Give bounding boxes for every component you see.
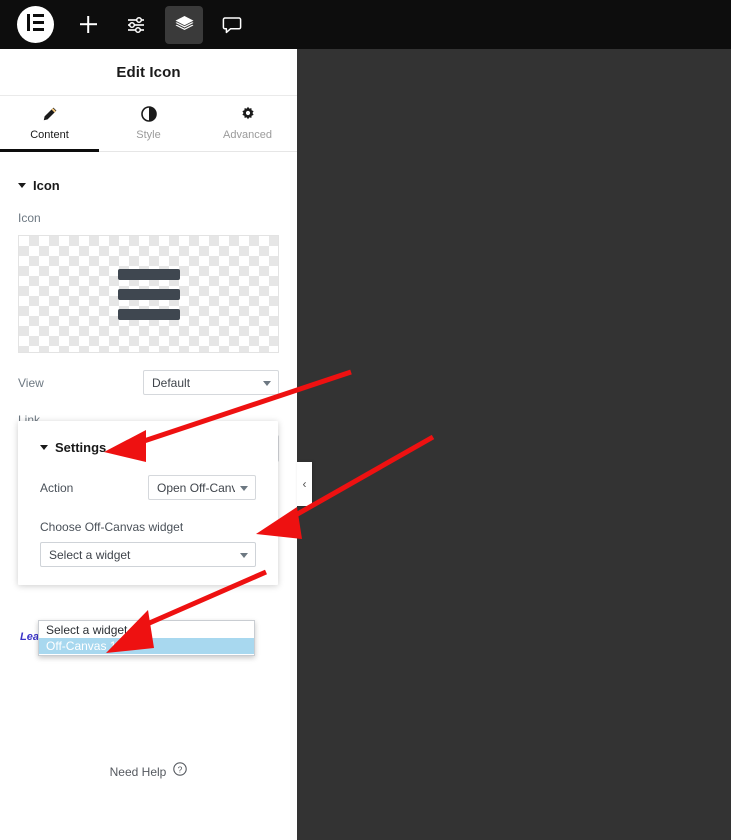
chevron-down-icon (18, 183, 26, 188)
structure-button[interactable] (165, 5, 203, 44)
tab-style-label: Style (136, 129, 161, 141)
dropdown-option-off-canvas-1[interactable]: Off-Canvas 1 (39, 638, 254, 654)
action-select[interactable]: Open Off-Canvas (148, 475, 256, 500)
plus-icon (79, 15, 98, 34)
add-element-button[interactable] (69, 6, 107, 44)
view-row: View Default (0, 370, 297, 395)
tab-content[interactable]: Content (0, 96, 99, 152)
hamburger-menu-icon (117, 268, 180, 320)
sliders-icon (126, 15, 146, 35)
tab-style[interactable]: Style (99, 96, 198, 151)
elementor-logo-icon (26, 13, 45, 37)
question-circle-icon: ? (173, 762, 188, 781)
pencil-icon (42, 106, 58, 122)
icon-field-label: Icon (18, 211, 41, 225)
link-settings-popover: Settings Action Open Off-Canvas Choose O… (18, 421, 278, 585)
settings-title: Settings (55, 440, 107, 455)
panel-collapse-handle[interactable]: ‹ (297, 462, 312, 506)
layers-icon (174, 14, 195, 35)
chevron-down-icon (263, 380, 271, 386)
need-help[interactable]: Need Help ? (0, 762, 297, 781)
dropdown-option-select-a-widget[interactable]: Select a widget (39, 622, 254, 638)
icon-preview[interactable] (18, 235, 279, 353)
page-title: Edit Icon (116, 63, 181, 81)
contrast-circle-icon (140, 106, 157, 122)
tab-content-label: Content (30, 129, 69, 141)
action-select-value: Open Off-Canvas (157, 480, 235, 495)
section-icon-title: Icon (33, 178, 60, 193)
svg-text:?: ? (178, 764, 183, 774)
screen-root: Edit Icon Content Style Advanced Icon Ic… (0, 0, 731, 840)
chevron-down-icon (40, 445, 48, 450)
panel-tabs: Content Style Advanced (0, 96, 297, 152)
choose-widget-label: Choose Off-Canvas widget (40, 520, 184, 534)
chevron-left-icon: ‹ (302, 477, 307, 491)
chevron-down-icon (240, 485, 248, 491)
choose-widget-select[interactable]: Select a widget (40, 542, 256, 567)
action-row: Action Open Off-Canvas (18, 475, 278, 500)
section-icon-header[interactable]: Icon (0, 152, 297, 193)
notes-button[interactable] (213, 6, 251, 44)
editor-canvas[interactable] (297, 49, 731, 840)
elementor-logo-button[interactable] (17, 6, 54, 43)
editor-topbar (0, 0, 731, 49)
chat-bubble-icon (222, 15, 242, 35)
need-help-label: Need Help (109, 764, 167, 779)
action-label: Action (40, 480, 74, 495)
tab-advanced-label: Advanced (223, 129, 272, 141)
settings-header[interactable]: Settings (18, 435, 278, 455)
chevron-down-icon (240, 552, 248, 558)
widget-dropdown-list[interactable]: Select a widget Off-Canvas 1 (38, 620, 255, 656)
view-select-value: Default (152, 375, 191, 390)
gear-icon (240, 106, 256, 122)
choose-widget-value: Select a widget (49, 547, 131, 562)
tab-advanced[interactable]: Advanced (198, 96, 297, 151)
site-settings-button[interactable] (117, 6, 155, 44)
view-select[interactable]: Default (143, 370, 279, 395)
panel-header: Edit Icon (0, 49, 297, 96)
view-label: View (18, 375, 44, 390)
